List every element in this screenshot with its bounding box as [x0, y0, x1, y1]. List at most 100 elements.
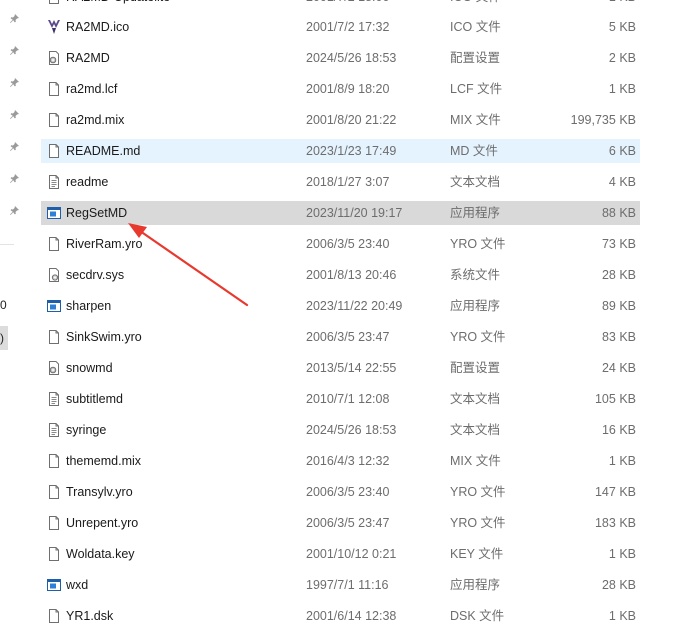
file-name: RA2MD.ico: [66, 20, 130, 34]
generic-file-icon: [46, 546, 62, 562]
file-row[interactable]: RA2MD.ico 2001/7/2 17:32 ICO 文件 5 KB: [41, 15, 640, 39]
file-date: 2010/7/1 12:08: [306, 392, 390, 406]
file-row[interactable]: Unrepent.yro 2006/3/5 23:47 YRO 文件 183 K…: [41, 511, 640, 535]
file-name: RA2MD-Updatelite: [66, 0, 296, 9]
file-name: Transylv.yro: [66, 485, 133, 499]
file-size: 1 KB: [608, 82, 636, 96]
navigation-pane: 0 ): [0, 0, 26, 637]
file-date: 2023/11/20 19:17: [306, 206, 403, 220]
file-name: readme: [66, 175, 109, 189]
file-size: 1 KB: [526, 0, 636, 9]
file-date: 2001/6/14 12:38: [306, 609, 397, 623]
application-icon: [46, 298, 62, 314]
file-row-selected[interactable]: RegSetMD 2023/11/20 19:17 应用程序 88 KB: [41, 201, 640, 225]
file-size: 16 KB: [601, 423, 636, 437]
file-row[interactable]: thememd.mix 2016/4/3 12:32 MIX 文件 1 KB: [41, 449, 640, 473]
file-name: RegSetMD: [66, 206, 128, 220]
application-icon: [46, 205, 62, 221]
file-name: ra2md.mix: [66, 113, 125, 127]
application-icon: [46, 577, 62, 593]
file-name: RiverRam.yro: [66, 237, 143, 251]
file-size: 73 KB: [601, 237, 636, 251]
pin-icon[interactable]: [9, 141, 20, 152]
file-row[interactable]: sharpen 2023/11/22 20:49 应用程序 89 KB: [41, 294, 640, 318]
file-size: 6 KB: [608, 144, 636, 158]
nav-item-truncated[interactable]: 0: [0, 298, 7, 312]
file-row[interactable]: wxd 1997/7/1 11:16 应用程序 28 KB: [41, 573, 640, 597]
file-row[interactable]: Transylv.yro 2006/3/5 23:40 YRO 文件 147 K…: [41, 480, 640, 504]
file-row[interactable]: ra2md.lcf 2001/8/9 18:20 LCF 文件 1 KB: [41, 77, 640, 101]
file-row[interactable]: RA2MD 2024/5/26 18:53 配置设置 2 KB: [41, 46, 640, 70]
file-row[interactable]: readme 2018/1/27 3:07 文本文档 4 KB: [41, 170, 640, 194]
file-date: 2018/1/27 3:07: [306, 175, 390, 189]
generic-file-icon: [46, 608, 62, 624]
nav-divider: [0, 244, 14, 245]
file-size: 1 KB: [608, 454, 636, 468]
file-date: 2001/7/2 17:32: [306, 20, 390, 34]
file-date: 2023/1/23 17:49: [306, 144, 397, 158]
file-date: 2001/7/2 18:00: [306, 0, 446, 9]
file-row[interactable]: secdrv.sys 2001/8/13 20:46 系统文件 28 KB: [41, 263, 640, 287]
nav-item-truncated-selected[interactable]: ): [0, 326, 8, 350]
generic-file-icon: [46, 0, 62, 5]
pin-icon[interactable]: [9, 77, 20, 88]
generic-file-icon: [46, 484, 62, 500]
file-date: 2006/3/5 23:47: [306, 330, 390, 344]
file-date: 1997/7/1 11:16: [306, 578, 389, 592]
generic-file-icon: [46, 112, 62, 128]
file-row-hovered[interactable]: README.md 2023/1/23 17:49 MD 文件 6 KB: [41, 139, 640, 163]
config-file-icon: [46, 50, 62, 66]
file-date: 2016/4/3 12:32: [306, 454, 390, 468]
file-name: Woldata.key: [66, 547, 135, 561]
file-size: 28 KB: [601, 268, 636, 282]
file-row[interactable]: snowmd 2013/5/14 22:55 配置设置 24 KB: [41, 356, 640, 380]
file-row[interactable]: ra2md.mix 2001/8/20 21:22 MIX 文件 199,735…: [41, 108, 640, 132]
file-date: 2024/5/26 18:53: [306, 51, 397, 65]
file-date: 2006/3/5 23:47: [306, 516, 390, 530]
file-size: 1 KB: [608, 547, 636, 561]
file-name: syringe: [66, 423, 107, 437]
pin-icon[interactable]: [9, 13, 20, 24]
file-size: 28 KB: [601, 578, 636, 592]
text-file-icon: [46, 391, 62, 407]
text-file-icon: [46, 174, 62, 190]
file-size: 147 KB: [594, 485, 636, 499]
file-name: sharpen: [66, 299, 112, 313]
pin-icon[interactable]: [9, 109, 20, 120]
text-file-icon: [46, 422, 62, 438]
generic-file-icon: [46, 236, 62, 252]
ra2-ico-icon: [46, 19, 62, 35]
file-size: 105 KB: [594, 392, 636, 406]
pin-icon[interactable]: [9, 173, 20, 184]
file-row[interactable]: RA2MD-Updatelite 2001/7/2 18:00 ICO 文件 1…: [41, 0, 640, 9]
file-row[interactable]: SinkSwim.yro 2006/3/5 23:47 YRO 文件 83 KB: [41, 325, 640, 349]
file-date: 2006/3/5 23:40: [306, 485, 390, 499]
generic-file-icon: [46, 81, 62, 97]
file-name: thememd.mix: [66, 454, 142, 468]
file-date: 2006/3/5 23:40: [306, 237, 390, 251]
system-file-icon: [46, 267, 62, 283]
file-size: 5 KB: [608, 20, 636, 34]
file-date: 2001/10/12 0:21: [306, 547, 397, 561]
pin-icon[interactable]: [9, 45, 20, 56]
file-size: 24 KB: [601, 361, 636, 375]
file-row[interactable]: Woldata.key 2001/10/12 0:21 KEY 文件 1 KB: [41, 542, 640, 566]
file-name: YR1.dsk: [66, 609, 114, 623]
file-row[interactable]: YR1.dsk 2001/6/14 12:38 DSK 文件 1 KB: [41, 604, 640, 628]
file-row[interactable]: syringe 2024/5/26 18:53 文本文档 16 KB: [41, 418, 640, 442]
generic-file-icon: [46, 515, 62, 531]
config-file-icon: [46, 360, 62, 376]
file-row[interactable]: subtitlemd 2010/7/1 12:08 文本文档 105 KB: [41, 387, 640, 411]
file-size: 89 KB: [601, 299, 636, 313]
file-date: 2013/5/14 22:55: [306, 361, 397, 375]
file-size: 4 KB: [608, 175, 636, 189]
file-date: 2023/11/22 20:49: [306, 299, 403, 313]
file-name: snowmd: [66, 361, 113, 375]
file-size: 2 KB: [608, 51, 636, 65]
file-row[interactable]: RiverRam.yro 2006/3/5 23:40 YRO 文件 73 KB: [41, 232, 640, 256]
file-size: 83 KB: [601, 330, 636, 344]
file-name: Unrepent.yro: [66, 516, 139, 530]
file-name: ra2md.lcf: [66, 82, 118, 96]
file-name: secdrv.sys: [66, 268, 125, 282]
pin-icon[interactable]: [9, 205, 20, 216]
